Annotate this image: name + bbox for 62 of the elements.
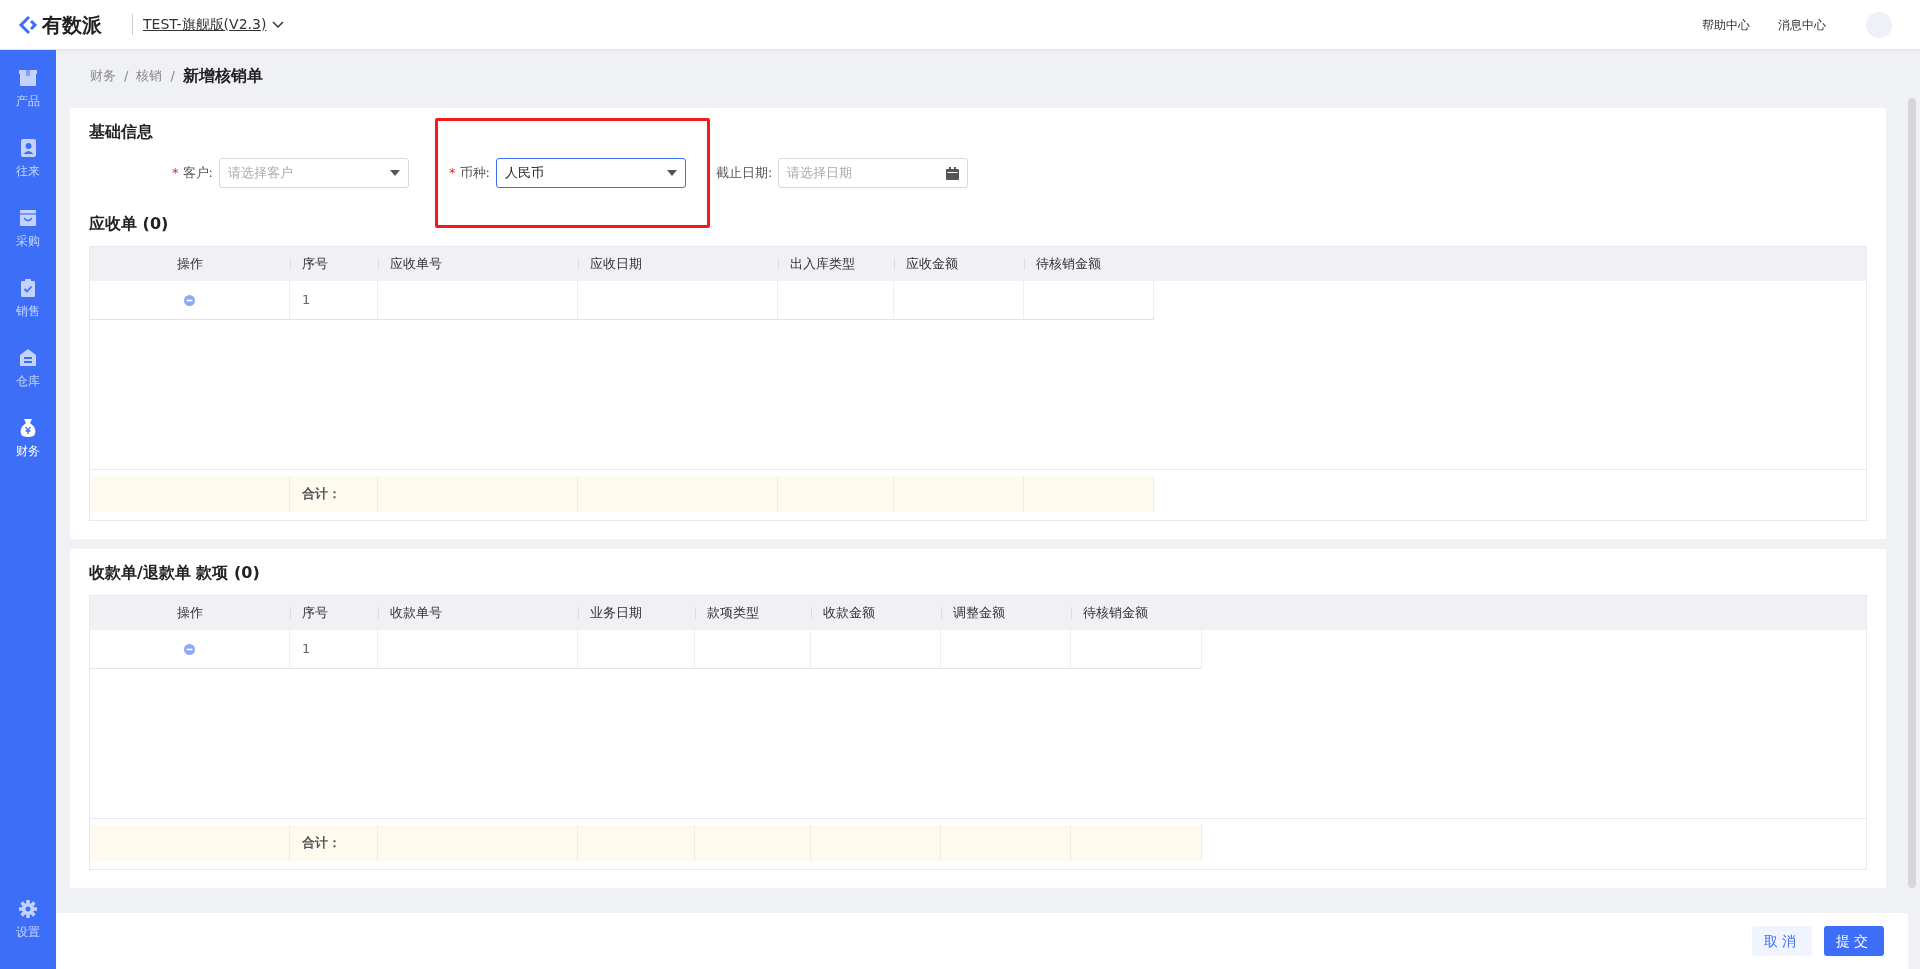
app-logo: 有数派 — [42, 11, 102, 39]
sidebar-item[interactable]: 产品 — [16, 68, 40, 110]
settings-icon — [18, 899, 38, 919]
total-label: 合计： — [290, 476, 378, 512]
column-header: 操作 — [176, 255, 204, 274]
column-header: 操作 — [176, 604, 204, 623]
required-mark: * — [449, 164, 456, 183]
sidebar-item[interactable]: 往来 — [16, 138, 40, 180]
sidebar-item[interactable]: 销售 — [16, 278, 40, 320]
calendar-icon — [946, 166, 960, 180]
clipboard-check-icon — [18, 278, 38, 298]
remove-row-icon[interactable] — [184, 643, 195, 655]
scrollbar[interactable] — [1908, 98, 1916, 888]
column-header: 收款金额 — [811, 596, 941, 630]
column-header: 待核销金额 — [1071, 596, 1202, 630]
caret-down-icon — [666, 170, 677, 176]
column-header: 应收日期 — [578, 247, 778, 281]
column-header: 业务日期 — [578, 596, 695, 630]
bag-icon — [18, 208, 38, 228]
field-label: 截止日期: — [715, 164, 773, 183]
column-header: 应收金额 — [894, 247, 1024, 281]
sidebar-item[interactable]: 设置 — [16, 899, 40, 941]
select-field[interactable]: 人民币 — [495, 158, 686, 188]
column-header: 序号 — [290, 596, 378, 630]
caret-down-icon — [390, 170, 400, 176]
column-header: 调整金额 — [941, 596, 1071, 630]
chevron-down-icon — [272, 20, 285, 29]
remove-row-icon[interactable] — [184, 294, 195, 306]
section-title: 应收单 (0) — [89, 213, 170, 235]
house-icon — [18, 348, 38, 368]
sidebar-item[interactable]: 采购 — [16, 208, 40, 250]
breadcrumb-link[interactable]: 财务 — [90, 66, 116, 86]
required-mark: * — [172, 164, 179, 183]
table-cell: 1 — [290, 281, 378, 320]
breadcrumb-separator: / — [124, 67, 129, 86]
money-bag-icon — [18, 418, 38, 438]
column-header: 款项类型 — [695, 596, 811, 630]
logo-icon — [18, 14, 38, 35]
box-icon — [18, 68, 38, 88]
header-link[interactable]: 帮助中心 — [1702, 15, 1750, 34]
section-title: 收款单/退款单 款项 (0) — [89, 562, 261, 584]
column-header: 待核销金额 — [1024, 247, 1154, 281]
table-cell: 1 — [290, 630, 378, 669]
sidebar-item[interactable]: 仓库 — [16, 348, 40, 390]
header-link[interactable]: 消息中心 — [1778, 15, 1826, 34]
contact-card-icon — [18, 138, 38, 158]
total-label: 合计： — [290, 825, 378, 861]
breadcrumb-link[interactable]: 核销 — [136, 66, 163, 86]
cancel-button[interactable]: 取消 — [1752, 926, 1812, 956]
field-label: 币种: — [459, 164, 490, 183]
column-header: 收款单号 — [378, 596, 578, 630]
column-header: 应收单号 — [378, 247, 578, 281]
date-field[interactable]: 请选择日期 — [778, 158, 969, 188]
breadcrumb-separator: / — [170, 67, 175, 86]
field-label: 客户: — [182, 164, 213, 183]
column-header: 序号 — [290, 247, 378, 281]
sidebar-item[interactable]: 财务 — [16, 418, 40, 460]
section-title: 基础信息 — [89, 121, 154, 143]
page-title: 新增核销单 — [182, 65, 263, 87]
select-field[interactable]: 请选择客户 — [219, 158, 409, 188]
column-header: 出入库类型 — [778, 247, 894, 281]
submit-button[interactable]: 提交 — [1824, 926, 1884, 956]
